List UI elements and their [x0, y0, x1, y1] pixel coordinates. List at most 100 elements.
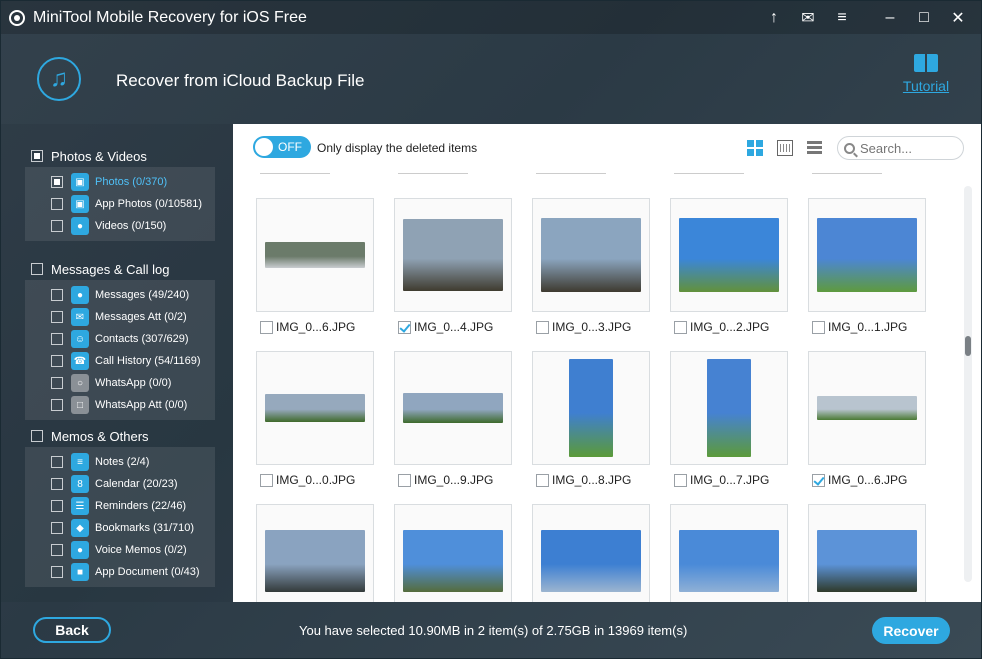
item-checkbox[interactable] — [51, 220, 63, 232]
sidebar-group-header[interactable]: Memos & Others — [25, 425, 215, 447]
photo-thumbnail[interactable] — [256, 504, 374, 602]
photo-checkbox[interactable] — [812, 320, 825, 334]
photo-checkbox[interactable] — [674, 320, 687, 334]
sidebar-item-label: Notes (2/4) — [95, 456, 150, 468]
header: ♫ Recover from iCloud Backup File Tutori… — [1, 34, 981, 124]
group-checkbox[interactable] — [31, 150, 43, 162]
photo-thumbnail-item — [256, 504, 374, 602]
tutorial-link[interactable]: Tutorial — [901, 54, 951, 94]
content-panel: OFF Only display the deleted items IMG_0… — [233, 124, 981, 602]
item-checkbox[interactable] — [51, 522, 63, 534]
sidebar-item[interactable]: ☰ Reminders (22/46) — [25, 495, 215, 517]
item-checkbox[interactable] — [51, 377, 63, 389]
app-window: MiniTool Mobile Recovery for iOS Free ↑ … — [0, 0, 982, 659]
sidebar-item[interactable]: ● Voice Memos (0/2) — [25, 539, 215, 561]
photo-thumbnail[interactable] — [394, 351, 512, 465]
maximize-icon[interactable]: □ — [907, 1, 941, 34]
notes-icon: ≡ — [71, 453, 89, 471]
sidebar-item[interactable]: ✉ Messages Att (0/2) — [25, 306, 215, 328]
sidebar-item-label: Reminders (22/46) — [95, 500, 187, 512]
photo-thumbnail-item: IMG_0...6.JPG — [808, 351, 926, 491]
sidebar-item[interactable]: ☺ Contacts (307/629) — [25, 328, 215, 350]
sidebar-item[interactable]: ● Videos (0/150) — [25, 215, 215, 237]
photo-thumbnail[interactable] — [532, 504, 650, 602]
item-checkbox[interactable] — [51, 566, 63, 578]
sidebar-item[interactable]: ▣ App Photos (0/10581) — [25, 193, 215, 215]
message-attachment-icon: ✉ — [71, 308, 89, 326]
menu-icon[interactable]: ≡ — [825, 1, 859, 34]
photo-thumbnail[interactable] — [808, 351, 926, 465]
photo-checkbox[interactable] — [674, 473, 687, 487]
sidebar-item[interactable]: 8 Calendar (20/23) — [25, 473, 215, 495]
photo-thumbnail[interactable] — [532, 198, 650, 312]
back-button[interactable]: Back — [33, 617, 111, 643]
group-checkbox[interactable] — [31, 430, 43, 442]
item-checkbox[interactable] — [51, 176, 63, 188]
photo-caption: IMG_0...7.JPG — [670, 469, 788, 491]
photo-checkbox[interactable] — [536, 473, 549, 487]
partial-caption — [260, 170, 330, 174]
partial-caption — [536, 170, 606, 174]
photo-icon: ▣ — [71, 173, 89, 191]
item-checkbox[interactable] — [51, 333, 63, 345]
item-checkbox[interactable] — [51, 544, 63, 556]
photo-checkbox[interactable] — [536, 320, 549, 334]
item-checkbox[interactable] — [51, 478, 63, 490]
item-checkbox[interactable] — [51, 500, 63, 512]
sidebar-group-header[interactable]: Photos & Videos — [25, 145, 215, 167]
vertical-scrollbar[interactable] — [964, 186, 972, 582]
photo-filename: IMG_0...0.JPG — [276, 473, 356, 487]
photo-caption: IMG_0...3.JPG — [532, 316, 650, 338]
mail-icon[interactable]: ✉ — [791, 1, 825, 34]
close-icon[interactable]: ✕ — [941, 1, 975, 34]
item-checkbox[interactable] — [51, 399, 63, 411]
thumbnail-grid: IMG_0...6.JPG IMG_0...4.JPG IMG_0...3.JPG I… — [233, 170, 963, 602]
sidebar-item[interactable]: ● Messages (49/240) — [25, 284, 215, 306]
sidebar-item[interactable]: ■ App Document (0/43) — [25, 561, 215, 583]
group-checkbox[interactable] — [31, 263, 43, 275]
sidebar-item[interactable]: ≡ Notes (2/4) — [25, 451, 215, 473]
photo-thumbnail[interactable] — [808, 198, 926, 312]
photo-checkbox[interactable] — [812, 473, 825, 487]
sidebar-group-items: ≡ Notes (2/4) 8 Calendar (20/23) ☰ Reminders … — [25, 447, 215, 587]
item-checkbox[interactable] — [51, 456, 63, 468]
minimize-icon[interactable]: – — [873, 1, 907, 34]
photo-image — [817, 218, 917, 292]
photo-thumbnail[interactable] — [670, 198, 788, 312]
sidebar-item[interactable]: ○ WhatsApp (0/0) — [25, 372, 215, 394]
item-checkbox[interactable] — [51, 198, 63, 210]
photo-checkbox[interactable] — [398, 473, 411, 487]
photo-thumbnail[interactable] — [394, 198, 512, 312]
sidebar-item[interactable]: ◆ Bookmarks (31/710) — [25, 517, 215, 539]
sidebar-group-header[interactable]: Messages & Call log — [25, 258, 215, 280]
item-checkbox[interactable] — [51, 289, 63, 301]
photo-thumbnail[interactable] — [808, 504, 926, 602]
upload-icon[interactable]: ↑ — [757, 1, 791, 34]
deleted-only-toggle[interactable]: OFF — [253, 136, 311, 158]
partial-caption — [674, 170, 744, 174]
calendar-view-icon[interactable] — [777, 140, 793, 156]
sidebar-item[interactable]: ▣ Photos (0/370) — [25, 171, 215, 193]
photo-thumbnail[interactable] — [256, 198, 374, 312]
photo-image — [817, 396, 917, 420]
book-icon — [914, 54, 938, 72]
photo-thumbnail[interactable] — [256, 351, 374, 465]
photo-thumbnail-item: IMG_0...3.JPG — [532, 198, 650, 338]
photo-checkbox[interactable] — [260, 320, 273, 334]
search-input[interactable] — [860, 140, 955, 156]
scroll-thumb[interactable] — [965, 336, 971, 356]
photo-thumbnail[interactable] — [532, 351, 650, 465]
sidebar-item[interactable]: □ WhatsApp Att (0/0) — [25, 394, 215, 416]
photo-checkbox[interactable] — [260, 473, 273, 487]
item-checkbox[interactable] — [51, 311, 63, 323]
photo-thumbnail[interactable] — [670, 351, 788, 465]
grid-view-icon[interactable] — [747, 140, 763, 156]
photo-thumbnail[interactable] — [394, 504, 512, 602]
item-checkbox[interactable] — [51, 355, 63, 367]
photo-thumbnail[interactable] — [670, 504, 788, 602]
list-view-icon[interactable] — [807, 140, 823, 156]
photo-filename: IMG_0...3.JPG — [552, 320, 632, 334]
photo-checkbox[interactable] — [398, 320, 411, 334]
sidebar-item[interactable]: ☎ Call History (54/1169) — [25, 350, 215, 372]
recover-button[interactable]: Recover — [872, 617, 950, 644]
